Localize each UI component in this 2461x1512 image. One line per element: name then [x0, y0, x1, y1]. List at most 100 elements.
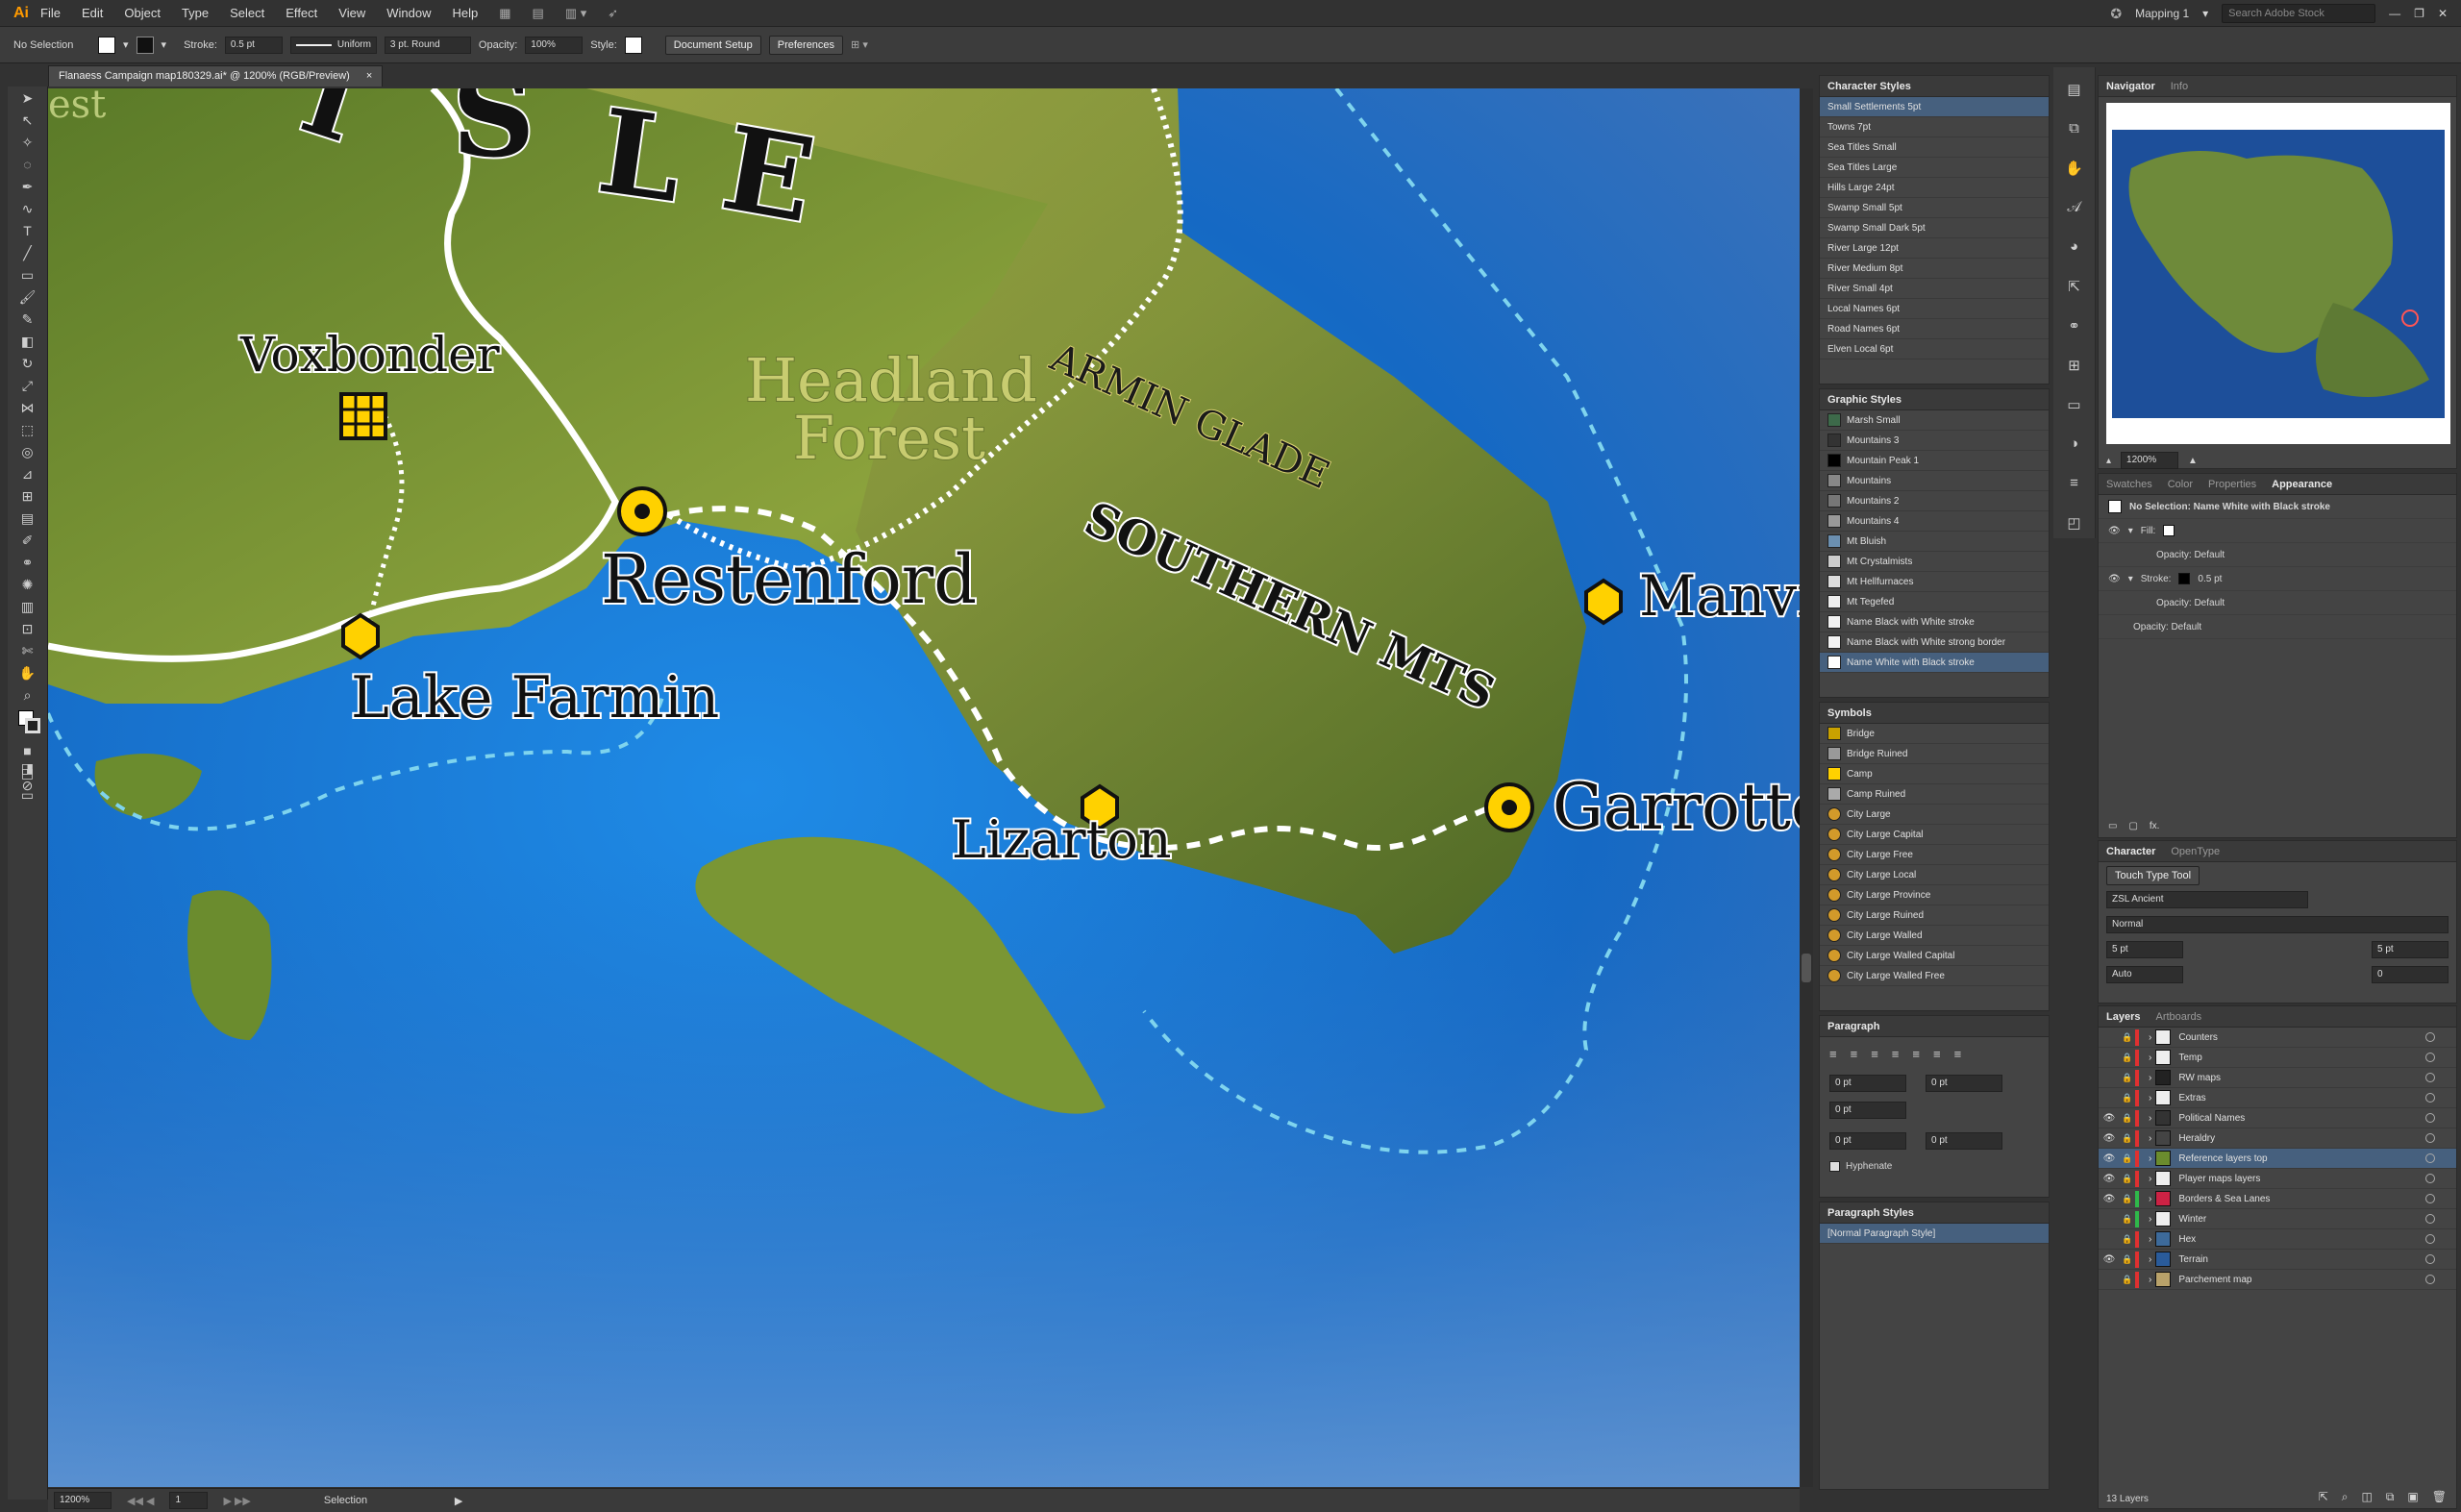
blob-brush-icon[interactable]: ✎ [16, 310, 39, 328]
fill-row[interactable]: 👁 ▾ Fill: [2099, 519, 2456, 543]
arrange-icon[interactable]: ⊞ ▾ [851, 38, 868, 51]
target-icon[interactable] [2425, 1053, 2435, 1062]
list-item[interactable]: Name White with Black stroke [1820, 653, 2049, 673]
layer-name[interactable]: Political Names [2178, 1113, 2245, 1124]
left-indent-field[interactable]: 0 pt [1829, 1075, 1906, 1092]
right-indent-field[interactable]: 0 pt [1926, 1075, 2002, 1092]
list-item[interactable]: City Large Walled [1820, 926, 2049, 946]
chevron-right-icon[interactable]: › [2149, 1113, 2151, 1124]
tab-artboards[interactable]: Artboards [2155, 1011, 2201, 1023]
layer-row[interactable]: 👁 🔒 › Reference layers top [2099, 1149, 2456, 1169]
target-icon[interactable] [2425, 1174, 2435, 1183]
layer-row[interactable]: 🔒 › RW maps [2099, 1068, 2456, 1088]
kerning-field[interactable]: 5 pt [2372, 941, 2449, 958]
shape-builder-icon[interactable]: ◎ [16, 443, 39, 460]
list-item[interactable]: [Normal Paragraph Style] [1820, 1224, 2049, 1244]
justify-left-icon[interactable]: ≡ [1892, 1047, 1900, 1061]
graph-icon[interactable]: ▥ [16, 598, 39, 615]
chevron-right-icon[interactable]: › [2149, 1093, 2151, 1103]
visibility-eye-icon[interactable]: 👁 [2099, 1153, 2120, 1164]
tab-navigator[interactable]: Navigator [2106, 81, 2155, 92]
tab-appearance[interactable]: Appearance [2272, 479, 2332, 490]
layer-name[interactable]: Reference layers top [2178, 1153, 2267, 1164]
rectangle-tool-icon[interactable]: ▭ [16, 266, 39, 284]
new-art-icon[interactable]: ▭ [2108, 821, 2117, 831]
align-icon[interactable]: ⊞ [2064, 357, 2085, 378]
lock-icon[interactable]: 🔒 [2120, 1275, 2135, 1285]
tab-properties[interactable]: Properties [2208, 479, 2256, 490]
list-item[interactable]: Bridge Ruined [1820, 744, 2049, 764]
list-item[interactable]: Small Settlements 5pt [1820, 97, 2049, 117]
perspective-icon[interactable]: ⊿ [16, 465, 39, 483]
layer-name[interactable]: Extras [2178, 1093, 2205, 1103]
lasso-icon[interactable]: ◌ [16, 156, 39, 173]
zoom-level-field[interactable]: 1200% [54, 1492, 112, 1509]
tab-info[interactable]: Info [2171, 81, 2188, 92]
status-arrow-icon[interactable]: ▶ [455, 1495, 462, 1507]
list-item[interactable]: Swamp Small Dark 5pt [1820, 218, 2049, 238]
list-item[interactable]: City Large Local [1820, 865, 2049, 885]
glyphs-icon[interactable]: 𝒜 [2064, 199, 2085, 220]
layer-row[interactable]: 🔒 › Parchement map [2099, 1270, 2456, 1290]
fill-swatch[interactable] [98, 36, 115, 54]
layers-icon[interactable]: ◰ [2064, 514, 2085, 535]
layer-name[interactable]: Terrain [2178, 1254, 2208, 1265]
clear-icon[interactable]: ▢ [2128, 821, 2137, 831]
visibility-eye-icon[interactable]: 👁 [2099, 1113, 2120, 1124]
list-item[interactable]: River Medium 8pt [1820, 259, 2049, 279]
list-item[interactable]: City Large Capital [1820, 825, 2049, 845]
target-icon[interactable] [2425, 1254, 2435, 1264]
target-icon[interactable] [2425, 1234, 2435, 1244]
list-item[interactable]: Elven Local 6pt [1820, 339, 2049, 359]
menu-edit[interactable]: Edit [82, 6, 103, 20]
leading-field[interactable]: Auto [2106, 966, 2183, 983]
slice-icon[interactable]: ✄ [16, 642, 39, 659]
list-item[interactable]: City Large Free [1820, 845, 2049, 865]
visibility-eye-icon[interactable]: 👁 [2099, 1133, 2120, 1144]
artboard-icon[interactable]: ⊡ [16, 620, 39, 637]
type-tool-icon[interactable]: T [16, 222, 39, 239]
fill-swatch[interactable] [2163, 525, 2175, 536]
align-center-icon[interactable]: ≡ [1851, 1047, 1858, 1061]
close-tab-icon[interactable]: × [366, 70, 372, 82]
tab-swatches[interactable]: Swatches [2106, 479, 2152, 490]
list-item[interactable]: River Large 12pt [1820, 238, 2049, 259]
hyphenate-checkbox[interactable] [1829, 1161, 1840, 1172]
artboard-canvas[interactable]: I S L E est Voxbonder Headland Forest AR… [48, 88, 1800, 1487]
lock-icon[interactable]: 🔒 [2120, 1254, 2135, 1265]
visibility-eye-icon[interactable]: 👁 [2099, 1174, 2120, 1184]
chevron-right-icon[interactable]: › [2149, 1133, 2151, 1144]
chevron-down-icon[interactable]: ▾ [162, 38, 167, 51]
target-icon[interactable] [2425, 1093, 2435, 1103]
font-style-select[interactable]: Normal [2106, 916, 2449, 933]
chevron-right-icon[interactable]: › [2149, 1174, 2151, 1184]
gradient-icon[interactable]: ▤ [16, 509, 39, 527]
visibility-eye-icon[interactable]: 👁 [2108, 574, 2121, 584]
list-item[interactable]: Bridge [1820, 724, 2049, 744]
clipping-mask-icon[interactable]: ◫ [2362, 1490, 2373, 1504]
fill-stroke-swatches[interactable] [16, 708, 40, 737]
puppet-icon[interactable]: ✋ [2064, 160, 2085, 181]
menu-object[interactable]: Object [124, 6, 161, 20]
list-item[interactable]: City Large Ruined [1820, 905, 2049, 926]
zoom-out-icon[interactable]: ▴ [2106, 456, 2111, 466]
lock-icon[interactable]: 🔒 [2120, 1194, 2135, 1204]
target-icon[interactable] [2425, 1153, 2435, 1163]
selection-tool-icon[interactable]: ➤ [16, 89, 39, 107]
style-swatch[interactable] [624, 36, 642, 54]
stroke-weight-field[interactable]: 0.5 pt [224, 36, 283, 54]
panel-title[interactable]: Graphic Styles [1827, 394, 1902, 406]
export-icon[interactable]: ⇱ [2064, 278, 2085, 299]
list-item[interactable]: Mt Crystalmists [1820, 552, 2049, 572]
list-item[interactable]: Camp Ruined [1820, 784, 2049, 805]
scale-icon[interactable]: ⤢ [16, 377, 39, 394]
list-item[interactable]: Mountain Peak 1 [1820, 451, 2049, 471]
lock-icon[interactable]: 🔒 [2120, 1133, 2135, 1144]
menu-view[interactable]: View [338, 6, 365, 20]
justify-all-icon[interactable]: ≡ [1954, 1047, 1962, 1061]
list-item[interactable]: Local Names 6pt [1820, 299, 2049, 319]
chevron-down-icon[interactable]: ▾ [2128, 526, 2133, 536]
brush-select[interactable]: 3 pt. Round [384, 36, 471, 54]
curvature-icon[interactable]: ∿ [16, 200, 39, 217]
stroke-panel-icon[interactable]: ≡ [2064, 475, 2085, 496]
